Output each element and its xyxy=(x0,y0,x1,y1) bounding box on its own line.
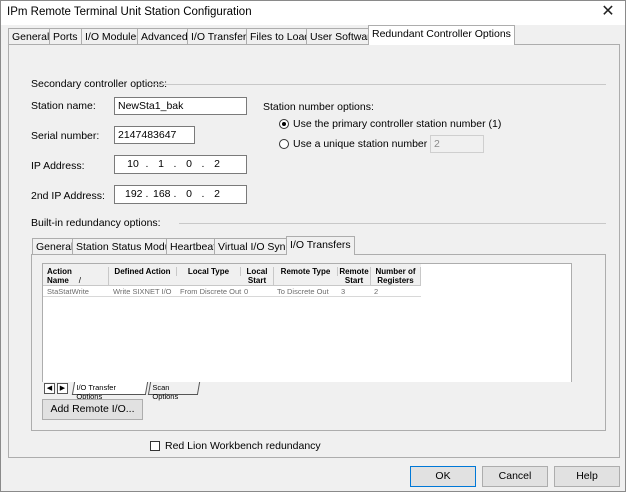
col-remote-type[interactable]: Remote Type xyxy=(274,267,338,276)
tab-io-modules[interactable]: I/O Modules xyxy=(81,28,146,45)
cell-local-start: 0 xyxy=(244,287,249,296)
builtin-group-label: Built-in redundancy options: xyxy=(31,217,161,229)
tab-redundant-controller-options[interactable]: Redundant Controller Options xyxy=(368,25,515,45)
subtab-io-transfers[interactable]: I/O Transfers xyxy=(286,236,355,255)
config-dialog: IPm Remote Terminal Unit Station Configu… xyxy=(0,0,626,492)
col-local-start[interactable]: Local Start xyxy=(241,267,274,285)
scroll-left-icon[interactable]: ◀ xyxy=(44,383,55,394)
tab-ports[interactable]: Ports xyxy=(49,28,82,45)
col-local-type[interactable]: Local Type xyxy=(177,267,241,276)
ip2-address-input[interactable]: 192. 168. 0. 2 xyxy=(114,185,247,204)
serial-number-label: Serial number: xyxy=(31,130,100,142)
window-title: IPm Remote Terminal Unit Station Configu… xyxy=(7,6,252,18)
redlion-redundancy-checkbox[interactable] xyxy=(150,441,160,451)
tab-files-to-load[interactable]: Files to Load xyxy=(246,28,315,45)
col-number-of-registers[interactable]: Number of Registers xyxy=(371,267,421,285)
cell-number-of-registers: 2 xyxy=(374,287,379,296)
add-remote-io-button[interactable]: Add Remote I/O... xyxy=(42,399,143,420)
ip-address-label: IP Address: xyxy=(31,160,85,172)
radio-unique-label: Use a unique station number xyxy=(293,138,428,150)
radio-unique-station-number[interactable] xyxy=(279,139,289,149)
station-name-label: Station name: xyxy=(31,100,96,112)
sheet-tab-scan-options[interactable]: Scan Options xyxy=(147,382,201,401)
secondary-group-label: Secondary controller options: xyxy=(31,78,167,90)
close-icon[interactable]: ✕ xyxy=(597,2,619,22)
subtab-heartbeat[interactable]: Heartbeat xyxy=(166,238,221,255)
cell-local-type: From Discrete Out xyxy=(180,287,242,296)
sheet-tab-io-transfer-options[interactable]: I/O Transfer Options xyxy=(71,382,149,401)
radio-primary-label: Use the primary controller station numbe… xyxy=(293,118,502,130)
ip2-address-label: 2nd IP Address: xyxy=(31,190,105,202)
ip-address-input[interactable]: 10. 1. 0. 2 xyxy=(114,155,247,174)
unique-station-number-input[interactable]: 2 xyxy=(430,135,484,153)
col-defined-action[interactable]: Defined Action xyxy=(109,267,177,276)
serial-number-input[interactable]: 2147483647 xyxy=(114,126,195,144)
cancel-button[interactable]: Cancel xyxy=(482,466,548,487)
help-button[interactable]: Help xyxy=(554,466,620,487)
cell-remote-start: 3 xyxy=(341,287,346,296)
tab-general[interactable]: General xyxy=(8,28,54,45)
group-divider xyxy=(179,223,606,224)
cell-remote-type: To Discrete Out xyxy=(277,287,329,296)
cell-action-name: StaStatWrite xyxy=(47,287,89,296)
group-divider xyxy=(151,84,606,85)
redlion-redundancy-label: Red Lion Workbench redundancy xyxy=(165,440,321,452)
col-remote-start[interactable]: Remote Start xyxy=(338,267,371,285)
cell-defined-action: Write SIXNET I/O xyxy=(113,287,172,296)
station-name-input[interactable]: NewSta1_bak xyxy=(114,97,247,115)
scroll-right-icon[interactable]: ▶ xyxy=(57,383,68,394)
subtab-general[interactable]: General xyxy=(32,238,78,255)
title-bar: IPm Remote Terminal Unit Station Configu… xyxy=(1,1,625,25)
radio-primary-station-number[interactable] xyxy=(279,119,289,129)
col-action-name[interactable]: Action Name / xyxy=(43,267,109,285)
ok-button[interactable]: OK xyxy=(410,466,476,487)
tab-advanced[interactable]: Advanced xyxy=(137,28,192,45)
station-number-label: Station number options: xyxy=(263,101,374,113)
